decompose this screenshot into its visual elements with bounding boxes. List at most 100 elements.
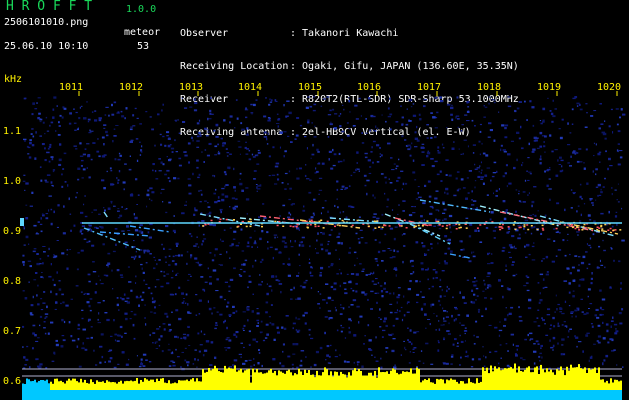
noise-speck — [29, 142, 32, 145]
noise-speck — [542, 258, 545, 260]
noise-speck — [199, 189, 203, 192]
noise-speck — [253, 364, 255, 366]
noise-speck — [488, 96, 492, 98]
level-bar — [582, 369, 584, 390]
noise-speck — [287, 274, 291, 277]
noise-speck — [502, 246, 506, 249]
noise-speck — [481, 142, 483, 145]
noise-speck — [309, 258, 310, 260]
echo-speck — [448, 223, 451, 226]
noise-speck — [588, 308, 590, 309]
level-bar — [256, 369, 258, 390]
noise-speck — [384, 282, 386, 285]
noise-speck — [121, 351, 125, 354]
noise-speck — [533, 136, 537, 139]
noise-speck — [275, 275, 278, 278]
noise-speck — [218, 264, 220, 266]
noise-speck — [527, 157, 530, 159]
level-bar — [564, 375, 566, 390]
noise-speck — [500, 357, 502, 359]
noise-speck — [58, 158, 62, 162]
level-bar — [392, 368, 394, 390]
echo-speck — [500, 226, 503, 228]
noise-speck — [444, 191, 446, 194]
noise-speck — [121, 115, 125, 118]
noise-speck — [430, 112, 433, 114]
noise-speck — [200, 330, 202, 333]
noise-speck — [402, 210, 405, 212]
noise-speck — [505, 164, 508, 167]
noise-speck — [208, 212, 211, 215]
noise-speck — [517, 225, 521, 227]
noise-speck — [286, 100, 290, 102]
level-bar — [352, 370, 354, 390]
noise-speck — [224, 185, 226, 188]
noise-speck — [160, 335, 163, 338]
level-bar — [568, 370, 570, 390]
noise-speck — [621, 239, 625, 242]
noise-speck — [443, 317, 445, 320]
noise-speck — [470, 366, 474, 368]
echo-speck — [465, 227, 468, 229]
noise-speck — [617, 163, 621, 166]
noise-speck — [424, 269, 429, 271]
level-bar — [94, 383, 96, 390]
noise-speck — [277, 125, 279, 128]
noise-speck — [515, 189, 518, 191]
noise-speck — [599, 259, 601, 263]
noise-speck — [281, 326, 284, 329]
noise-speck — [557, 322, 559, 325]
noise-speck — [358, 241, 361, 244]
level-bar — [516, 372, 518, 390]
noise-speck — [324, 200, 327, 202]
noise-speck — [561, 165, 563, 168]
level-bar — [160, 378, 162, 390]
noise-speck — [510, 306, 514, 309]
noise-speck — [145, 283, 148, 285]
noise-speck — [397, 294, 401, 296]
noise-speck — [183, 300, 185, 303]
level-bar — [374, 371, 376, 390]
noise-speck — [552, 336, 556, 340]
noise-speck — [328, 150, 332, 153]
noise-speck — [539, 292, 541, 295]
level-bar — [482, 367, 484, 390]
noise-speck — [561, 324, 564, 326]
noise-speck — [411, 142, 413, 145]
noise-speck — [53, 283, 56, 287]
noise-speck — [292, 353, 296, 355]
noise-speck — [245, 153, 249, 155]
noise-speck — [471, 199, 473, 201]
noise-speck — [491, 253, 493, 255]
noise-speck — [482, 346, 484, 348]
noise-speck — [259, 331, 263, 333]
noise-speck — [215, 135, 219, 138]
noise-speck — [539, 273, 544, 276]
noise-speck — [161, 109, 163, 112]
noise-speck — [387, 115, 391, 118]
noise-speck — [479, 153, 481, 156]
level-bar — [338, 375, 340, 390]
noise-speck — [117, 334, 122, 337]
echo-speck — [512, 224, 515, 226]
noise-speck — [320, 243, 323, 246]
noise-speck — [437, 219, 441, 221]
level-bar — [114, 382, 116, 390]
noise-speck — [350, 304, 354, 306]
level-bar — [416, 367, 418, 390]
noise-speck — [416, 293, 420, 296]
noise-speck — [539, 131, 543, 135]
noise-speck — [397, 287, 401, 289]
noise-speck — [574, 335, 576, 338]
noise-speck — [270, 304, 273, 306]
level-bar — [496, 369, 498, 390]
noise-speck — [145, 262, 148, 264]
noise-speck — [197, 261, 199, 264]
noise-speck — [528, 253, 531, 256]
noise-speck — [574, 309, 578, 312]
level-bar — [588, 368, 590, 390]
noise-speck — [272, 146, 275, 149]
noise-speck — [117, 363, 120, 365]
noise-speck — [298, 244, 301, 247]
noise-speck — [149, 116, 152, 118]
